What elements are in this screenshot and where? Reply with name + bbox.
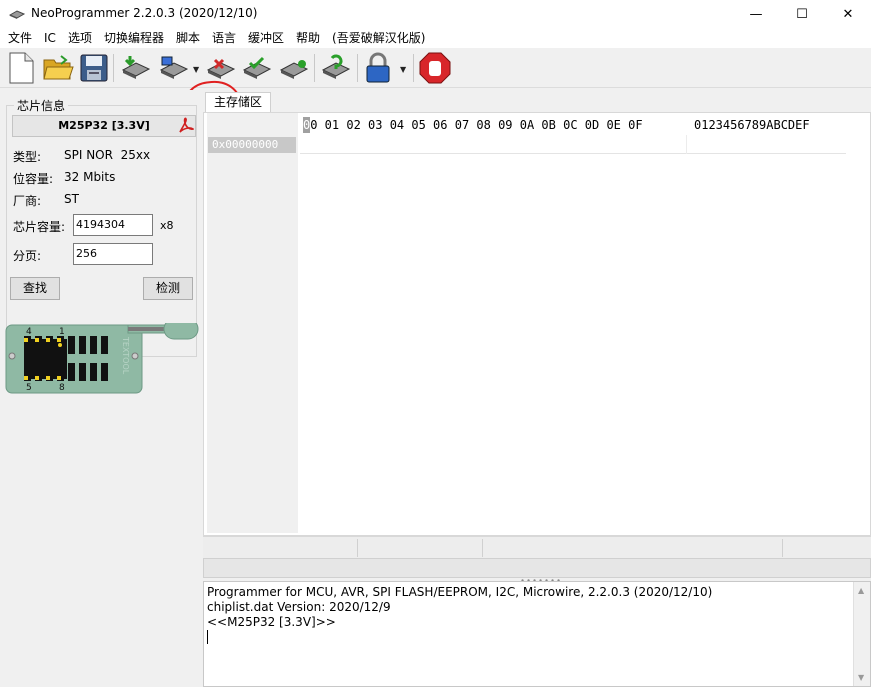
- chip-type-value: SPI NOR 25xx: [64, 148, 151, 162]
- new-file-button[interactable]: [5, 52, 37, 84]
- bit-capacity-value: 32 Mbits: [64, 170, 116, 184]
- ascii-divider: [686, 135, 687, 154]
- scroll-down-icon[interactable]: ▼: [858, 673, 864, 682]
- open-file-button[interactable]: [42, 52, 74, 84]
- maximize-button[interactable]: ☐: [779, 0, 825, 28]
- toolbar-separator: [413, 54, 414, 82]
- app-window: NeoProgrammer 2.2.0.3 (2020/12/10) — ☐ ✕…: [0, 0, 871, 687]
- open-folder-icon: [43, 55, 74, 80]
- minimize-icon: —: [749, 6, 763, 22]
- toolbar-separator: [113, 54, 114, 82]
- pin-1-label: 1: [59, 327, 65, 337]
- stop-button[interactable]: [419, 52, 451, 84]
- close-icon: ✕: [842, 6, 854, 22]
- new-file-icon: [9, 52, 34, 84]
- log-line: <<M25P32 [3.3V]>>: [207, 615, 336, 629]
- auto-detect-icon: [321, 54, 351, 79]
- menu-language[interactable]: 语言: [206, 28, 242, 48]
- write-chip-button[interactable]: [158, 52, 190, 84]
- chip-size-unit: x8: [160, 219, 174, 232]
- tab-main-memory[interactable]: 主存储区: [205, 92, 271, 113]
- log-line: Programmer for MCU, AVR, SPI FLASH/EEPRO…: [207, 585, 713, 599]
- page-size-label: 分页:: [13, 249, 42, 263]
- maximize-icon: ☐: [796, 6, 808, 22]
- read-chip-button[interactable]: [120, 52, 152, 84]
- menu-file[interactable]: 文件: [2, 28, 38, 48]
- minimize-button[interactable]: —: [733, 0, 779, 28]
- window-title: NeoProgrammer 2.2.0.3 (2020/12/10): [31, 6, 258, 20]
- address-cell: 0x00000000: [208, 137, 296, 153]
- blank-check-icon: [279, 60, 309, 79]
- log-scrollbar[interactable]: ▲ ▼: [853, 582, 870, 686]
- toolbar: ▼ ▼: [0, 48, 871, 136]
- log-panel[interactable]: Programmer for MCU, AVR, SPI FLASH/EEPRO…: [203, 581, 871, 687]
- protect-lock-icon: [366, 52, 390, 83]
- menu-bar: 文件 IC 选项 切换编程器 脚本 语言 缓冲区 帮助 (吾爱破解汉化版): [0, 28, 871, 48]
- progress-bar: [203, 558, 871, 578]
- save-disk-icon: [80, 54, 108, 82]
- chip-type-label: 类型:: [13, 150, 42, 164]
- chip-info-legend: 芯片信息: [14, 97, 69, 114]
- vendor-label: 厂商:: [13, 194, 42, 208]
- buffer-tab-strip: 主存储区: [203, 90, 871, 113]
- zif-socket-diagram: 4 1 5 8 TEXTOOL: [5, 323, 199, 394]
- chip-name-display: M25P32 [3.3V]: [12, 115, 196, 137]
- save-button[interactable]: [78, 52, 110, 84]
- menu-script[interactable]: 脚本: [170, 28, 206, 48]
- protect-button[interactable]: [362, 52, 394, 84]
- status-bar: [203, 536, 871, 558]
- write-chip-icon: [159, 56, 189, 79]
- log-line: chiplist.dat Version: 2020/12/9: [207, 600, 391, 614]
- toolbar-separator: [357, 54, 358, 82]
- menu-options[interactable]: 选项: [62, 28, 98, 48]
- detect-button[interactable]: 检测: [143, 277, 193, 300]
- menu-ic[interactable]: IC: [38, 28, 62, 48]
- menu-buffer[interactable]: 缓冲区: [242, 28, 290, 48]
- status-separator: [782, 539, 783, 557]
- text-caret: [207, 630, 208, 644]
- menu-switch-programmer[interactable]: 切换编程器: [98, 28, 170, 48]
- hex-column-header: 00 01 02 03 04 05 06 07 08 09 0A 0B 0C 0…: [303, 117, 643, 133]
- menu-edition-note: (吾爱破解汉化版): [332, 31, 426, 45]
- scroll-up-icon[interactable]: ▲: [858, 586, 864, 595]
- pdf-icon[interactable]: [178, 117, 194, 134]
- menu-help[interactable]: 帮助: [290, 28, 326, 48]
- erase-chip-button[interactable]: [205, 52, 237, 84]
- hex-editor[interactable]: 0x00000000 00 01 02 03 04 05 06 07 08 09…: [203, 112, 871, 536]
- read-chip-icon: [121, 56, 151, 79]
- protect-dropdown-icon[interactable]: ▼: [400, 65, 406, 74]
- erase-chip-icon: [206, 58, 236, 79]
- stop-icon: [419, 52, 451, 84]
- vendor-value: ST: [64, 192, 79, 206]
- verify-chip-icon: [242, 56, 272, 79]
- hex-header-offsets: 0 01 02 03 04 05 06 07 08 09 0A 0B 0C 0D…: [310, 118, 643, 132]
- close-button[interactable]: ✕: [825, 0, 871, 28]
- write-dropdown-icon[interactable]: ▼: [193, 65, 199, 74]
- title-bar: NeoProgrammer 2.2.0.3 (2020/12/10) — ☐ ✕: [0, 0, 871, 28]
- pin-8-label: 8: [59, 383, 65, 393]
- status-separator: [357, 539, 358, 557]
- address-column: [207, 113, 298, 533]
- chip-app-icon: [9, 10, 25, 19]
- toolbar-separator: [314, 54, 315, 82]
- auto-detect-button[interactable]: [320, 52, 352, 84]
- ascii-column-header: 0123456789ABCDEF: [694, 118, 810, 132]
- chip-size-field[interactable]: 4194304: [73, 214, 153, 236]
- socket-brand-text: TEXTOOL: [121, 336, 130, 375]
- bit-capacity-label: 位容量:: [13, 172, 54, 186]
- pin-5-label: 5: [26, 383, 32, 393]
- verify-chip-button[interactable]: [241, 52, 273, 84]
- status-separator: [482, 539, 483, 557]
- chip-size-label: 芯片容量:: [13, 220, 66, 234]
- search-button[interactable]: 查找: [10, 277, 60, 300]
- blank-check-button[interactable]: [278, 52, 310, 84]
- pin-4-label: 4: [26, 327, 32, 337]
- page-size-field[interactable]: 256: [73, 243, 153, 265]
- row-divider: [300, 153, 846, 154]
